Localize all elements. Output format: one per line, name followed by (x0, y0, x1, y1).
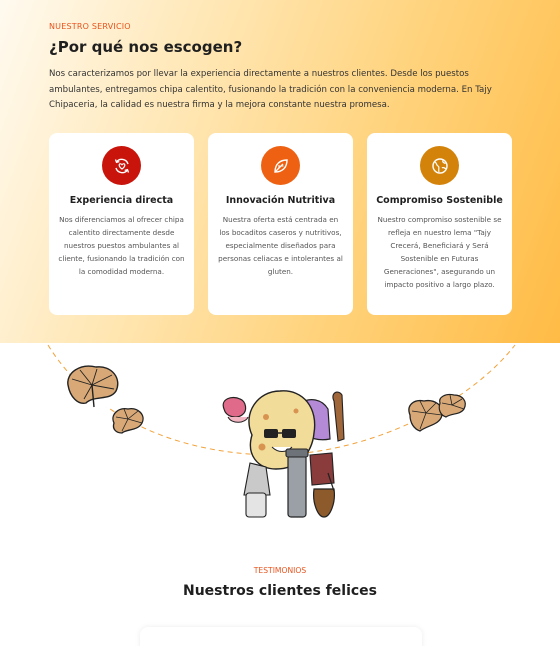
feature-card-title: Experiencia directa (69, 195, 174, 206)
chipa-mascot-icon (222, 390, 345, 518)
mushroom-right-icon (408, 393, 466, 432)
feature-card-nutritional-innovation: Innovación Nutritiva Nuestra oferta está… (208, 133, 353, 315)
section-title: ¿Por qué nos escogen? (49, 38, 243, 56)
feature-card-direct-experience: Experiencia directa Nos diferenciamos al… (49, 133, 194, 315)
feature-card-text: Nuestro compromiso sostenible se refleja… (377, 215, 502, 289)
section-intro: Nos caracterizamos por llevar la experie… (49, 69, 492, 110)
feature-card-title: Compromiso Sostenible (376, 195, 503, 206)
feature-card-sustainable-commitment: Compromiso Sostenible Nuestro compromiso… (367, 133, 512, 315)
globe-icon (420, 146, 459, 185)
feature-card-title: Innovación Nutritiva (225, 195, 336, 206)
testimonials-eyebrow: TESTIMONIOS (253, 566, 307, 575)
mascot-illustration (47, 344, 516, 518)
testimonials-title: Nuestros clientes felices (183, 583, 377, 599)
testimonial-card (140, 627, 422, 646)
service-section: NUESTRO SERVICIO ¿Por qué nos escogen? N… (0, 0, 560, 343)
section-eyebrow: NUESTRO SERVICIO (49, 22, 131, 31)
heart-refresh-icon (102, 146, 141, 185)
feature-card-text: Nuestra oferta está centrada en los boca… (218, 215, 343, 276)
feature-card-text: Nos diferenciamos al ofrecer chipa calen… (58, 215, 185, 276)
mushroom-left-icon (65, 365, 144, 434)
leaf-icon (261, 146, 300, 185)
